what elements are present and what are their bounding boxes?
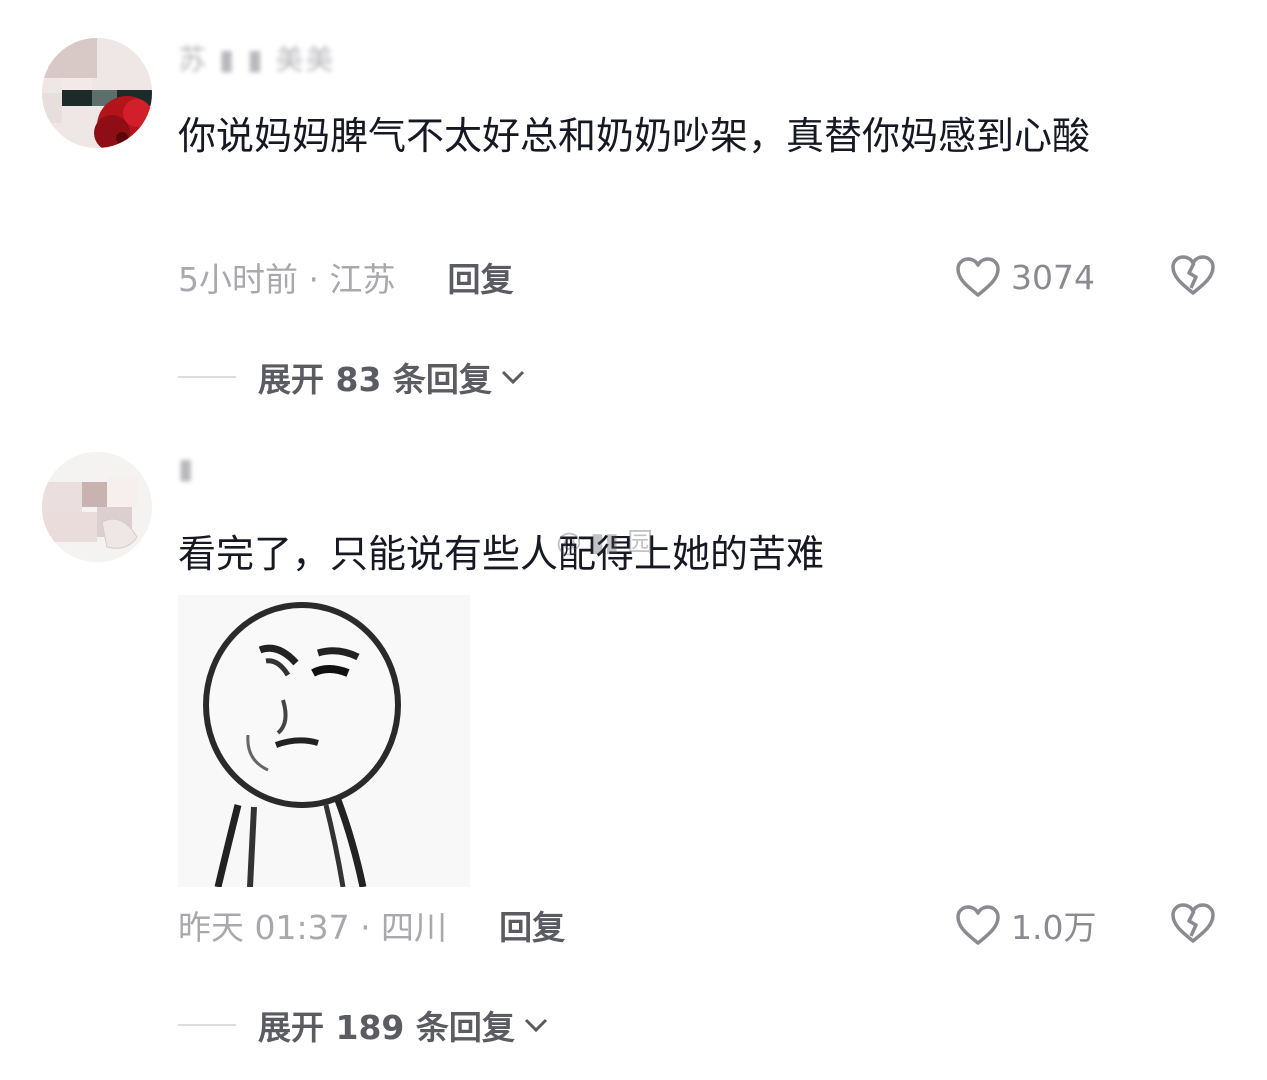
heart-outline-icon xyxy=(956,257,1000,297)
dislike-button[interactable] xyxy=(1170,902,1216,948)
like-count: 1.0万 xyxy=(1011,908,1097,947)
comment-text: 你说妈妈脾气不太好总和奶奶吵架，真替你妈感到心酸 xyxy=(178,114,1091,158)
like-button[interactable]: 3074 xyxy=(955,252,1095,302)
reply-button[interactable]: 回复 xyxy=(499,901,565,949)
username[interactable]: 苏 ▮ ▮ 美美 xyxy=(178,38,336,78)
dislike-button[interactable] xyxy=(1170,254,1216,300)
watermark-text: @ ▮▮ 园 xyxy=(556,528,654,558)
like-count: 3074 xyxy=(1011,257,1095,297)
comment-text: 看完了，只能说有些人配得上她的苦难 xyxy=(178,532,825,576)
expand-replies-label: 展开 189 条回复 xyxy=(258,1008,515,1047)
expand-replies-button[interactable]: 展开 189 条回复 xyxy=(178,1000,549,1050)
divider xyxy=(178,376,236,378)
chevron-down-icon xyxy=(501,370,524,385)
expand-replies-label: 展开 83 条回复 xyxy=(258,360,492,399)
comment-meta: 昨天 01:37 · 四川 回复 xyxy=(178,900,565,950)
time-location: 昨天 01:37 · 四川 xyxy=(178,908,448,947)
divider xyxy=(178,1024,236,1026)
time-location: 5小时前 · 江苏 xyxy=(178,260,396,299)
avatar[interactable] xyxy=(42,452,152,562)
reply-button[interactable]: 回复 xyxy=(447,253,513,301)
broken-heart-icon xyxy=(1171,255,1215,295)
comment-item: 苏 ▮ ▮ 美美 你说妈妈脾气不太好总和奶奶吵架，真替你妈感到心酸 5小时前 ·… xyxy=(0,0,1267,430)
meme-sticker-image[interactable] xyxy=(178,595,470,887)
comment-meta: 5小时前 · 江苏 回复 xyxy=(178,252,513,302)
chevron-down-icon xyxy=(524,1018,547,1033)
heart-outline-icon xyxy=(956,905,1000,945)
expand-replies-button[interactable]: 展开 83 条回复 xyxy=(178,352,526,402)
username[interactable]: ▮ xyxy=(178,452,195,492)
like-button[interactable]: 1.0万 xyxy=(955,900,1096,950)
avatar[interactable] xyxy=(42,38,152,148)
broken-heart-icon xyxy=(1171,903,1215,943)
